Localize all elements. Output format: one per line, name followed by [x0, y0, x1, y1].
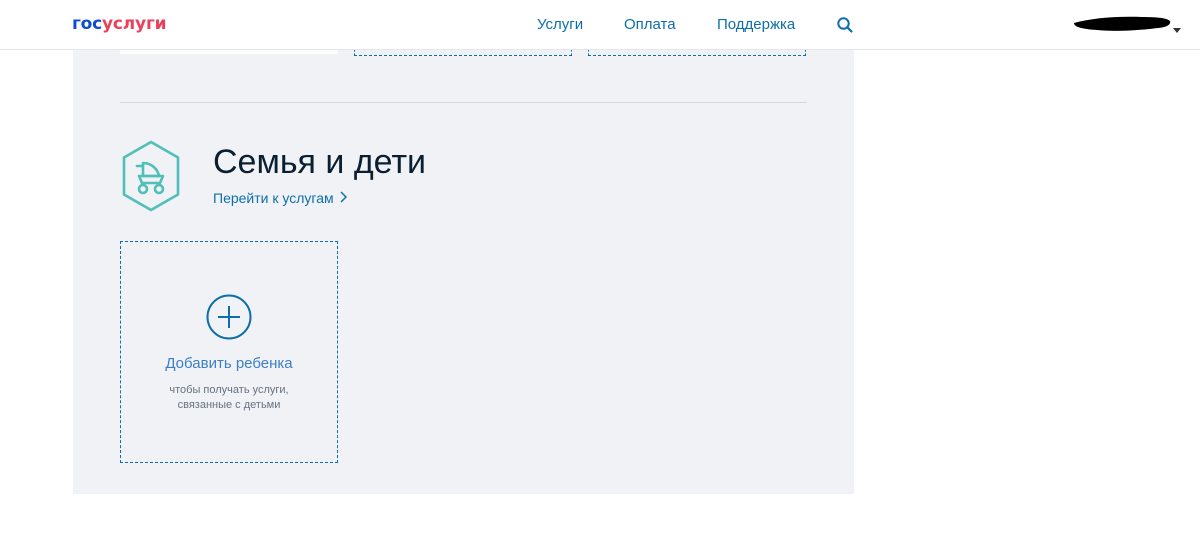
nav-payment-link[interactable]: Оплата: [624, 16, 676, 34]
section-title: Семья и дети: [213, 143, 427, 181]
logo-text-uslugi: услуги: [102, 14, 167, 34]
add-child-card[interactable]: Добавить ребенка чтобы получать услуги, …: [120, 241, 338, 463]
top-header: госуслуги Услуги Оплата Поддержка: [0, 0, 1200, 50]
search-icon[interactable]: [836, 16, 854, 34]
section-divider: [120, 102, 807, 103]
gosuslugi-logo[interactable]: госуслуги: [72, 14, 167, 34]
add-child-subtitle-line2: связанные с детьми: [177, 399, 281, 411]
previous-dashed-card-bottom[interactable]: [354, 49, 572, 56]
user-menu[interactable]: [1072, 15, 1182, 35]
add-child-title[interactable]: Добавить ребенка: [121, 355, 337, 373]
plus-circle-icon[interactable]: [206, 294, 252, 340]
baby-stroller-icon: [118, 139, 184, 213]
add-child-subtitle: чтобы получать услуги, связанные с детьм…: [121, 383, 337, 413]
go-to-services-link[interactable]: Перейти к услугам: [213, 189, 347, 207]
previous-dashed-card-bottom[interactable]: [588, 49, 806, 56]
chevron-right-icon: [340, 189, 347, 207]
redacted-username: [1074, 16, 1171, 31]
main-content-panel: Семья и дети Перейти к услугам Добавить …: [73, 49, 854, 494]
go-to-services-label: Перейти к услугам: [213, 190, 334, 206]
nav-support-link[interactable]: Поддержка: [717, 16, 795, 34]
nav-services-link[interactable]: Услуги: [537, 16, 583, 34]
add-child-subtitle-line1: чтобы получать услуги,: [169, 384, 289, 396]
caret-down-icon[interactable]: [1173, 21, 1181, 39]
logo-text-gos: гос: [72, 14, 103, 34]
